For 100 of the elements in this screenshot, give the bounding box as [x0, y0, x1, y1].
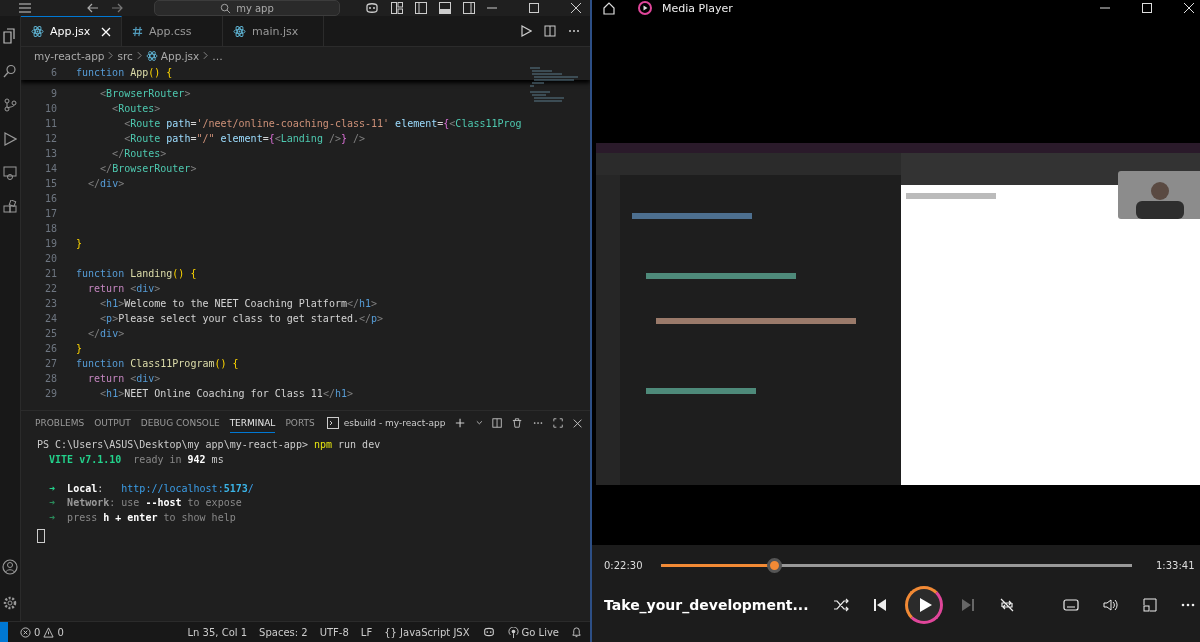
panel-toggle-icon[interactable]	[438, 1, 452, 15]
split-terminal-icon[interactable]	[492, 417, 503, 429]
maximize-icon[interactable]	[1140, 2, 1153, 14]
status-item[interactable]: UTF-8	[319, 626, 349, 638]
broadcast-icon	[507, 626, 519, 638]
caret-icon[interactable]	[475, 420, 483, 426]
settings-icon[interactable]	[2, 595, 18, 611]
line-number: 15	[43, 178, 57, 189]
language-mode[interactable]: {} JavaScript JSX	[384, 626, 470, 638]
line-number: 27	[43, 358, 57, 369]
line-number: 10	[43, 103, 57, 114]
source-control-icon[interactable]	[3, 98, 17, 112]
layout-icon[interactable]	[390, 1, 404, 15]
more-icon[interactable]	[568, 29, 580, 33]
line-number: 16	[43, 193, 57, 204]
code-line: <h1>Welcome to the NEET Coaching Platform</h1>	[99, 298, 378, 309]
panel-tab[interactable]: PORTS	[285, 413, 315, 433]
line-number: 26	[43, 343, 57, 354]
menu-icon[interactable]	[18, 1, 32, 15]
repeat-icon[interactable]	[998, 597, 1015, 612]
sidebar-toggle-icon[interactable]	[414, 1, 428, 15]
close-icon[interactable]	[570, 2, 582, 14]
seek-handle[interactable]	[766, 557, 782, 573]
window-title: Media Player	[662, 1, 733, 15]
mini-player-icon[interactable]	[1142, 597, 1157, 612]
forward-arrow-icon[interactable]	[110, 1, 124, 15]
code-line: }	[76, 238, 83, 249]
line-number: 18	[43, 223, 57, 234]
line-number: 11	[43, 118, 57, 129]
line-number: 14	[43, 163, 57, 174]
panel-tab[interactable]: PROBLEMS	[35, 413, 85, 433]
volume-icon[interactable]	[1102, 597, 1119, 612]
shuffle-icon[interactable]	[832, 597, 849, 612]
split-editor-icon[interactable]	[544, 25, 556, 37]
code-line: return <div>	[87, 283, 161, 294]
more-icon[interactable]	[532, 421, 543, 425]
editor-tab[interactable]: App.jsx	[21, 16, 122, 46]
total-duration: 1:33:41	[1155, 559, 1195, 571]
play-button[interactable]	[904, 585, 943, 624]
more-icon[interactable]	[1180, 602, 1195, 607]
play-icon	[917, 596, 933, 613]
terminal-cursor	[37, 529, 45, 543]
code-line: </BrowserRouter>	[99, 163, 197, 174]
app-logo-icon	[638, 1, 652, 15]
back-arrow-icon[interactable]	[86, 1, 100, 15]
search-icon[interactable]	[3, 64, 17, 78]
panel-tab[interactable]: DEBUG CONSOLE	[140, 413, 220, 433]
go-live-button[interactable]: Go Live	[507, 626, 559, 638]
copilot-icon[interactable]	[364, 1, 380, 15]
remote-icon[interactable]	[3, 166, 17, 180]
line-number: 6	[49, 66, 57, 78]
maximize-icon[interactable]	[528, 2, 540, 14]
trash-icon[interactable]	[512, 417, 523, 429]
code-line: <Route path='/neet/online-coaching-class-11' element={<Class11Prog	[123, 118, 522, 129]
line-number: 13	[43, 148, 57, 159]
close-icon[interactable]	[1182, 2, 1195, 14]
elapsed-time: 0:22:30	[604, 559, 643, 571]
status-item[interactable]: Spaces: 2	[259, 626, 308, 638]
code-line: <h1>NEET Online Coaching for Class 11</h1>	[99, 388, 353, 399]
problems-indicator[interactable]: 0 0	[20, 626, 64, 638]
maximize-panel-icon[interactable]	[552, 417, 563, 429]
line-number: 24	[43, 313, 57, 324]
line-number: 20	[43, 253, 57, 264]
react-icon	[145, 49, 158, 62]
terminal-line: ➜ press h + enter to show help	[48, 511, 236, 523]
panel-tab[interactable]: TERMINAL	[229, 413, 276, 433]
terminal-selector[interactable]: esbuild - my-react-app	[326, 417, 446, 429]
account-icon[interactable]	[2, 559, 18, 575]
terminal-icon	[326, 417, 339, 429]
chevron-icon	[203, 51, 209, 60]
breadcrumb-item[interactable]: my-react-app	[34, 49, 105, 62]
secondary-sidebar-icon[interactable]	[462, 1, 476, 15]
home-icon[interactable]	[602, 1, 616, 15]
copilot-icon[interactable]	[481, 626, 496, 638]
run-icon[interactable]	[520, 25, 532, 37]
search-icon	[220, 2, 232, 14]
extensions-icon[interactable]	[3, 200, 17, 214]
search-field[interactable]: my app	[154, 0, 340, 16]
plus-icon[interactable]	[455, 417, 466, 429]
captions-icon[interactable]	[1062, 598, 1079, 611]
code-line: function Landing() {	[76, 268, 197, 279]
breadcrumb-item[interactable]: App.jsx	[145, 49, 200, 62]
status-item[interactable]: LF	[360, 626, 373, 638]
status-item[interactable]: Ln 35, Col 1	[187, 626, 248, 638]
code-line: return <div>	[87, 373, 161, 384]
bell-icon[interactable]	[571, 626, 582, 638]
run-debug-icon[interactable]	[3, 132, 17, 146]
line-number: 12	[43, 133, 57, 144]
files-icon[interactable]	[3, 28, 17, 44]
line-number: 22	[43, 283, 57, 294]
previous-icon[interactable]	[872, 597, 887, 612]
chevron-icon	[108, 51, 114, 60]
breadcrumb-item[interactable]: …	[212, 49, 223, 62]
close-icon[interactable]	[572, 417, 582, 429]
code-line: <Routes>	[111, 103, 161, 114]
code-line: </div>	[87, 178, 125, 189]
react-icon	[233, 24, 246, 38]
panel-tab[interactable]: OUTPUT	[94, 413, 131, 433]
breadcrumb-item[interactable]: src	[117, 49, 133, 62]
line-number: 25	[43, 328, 57, 339]
